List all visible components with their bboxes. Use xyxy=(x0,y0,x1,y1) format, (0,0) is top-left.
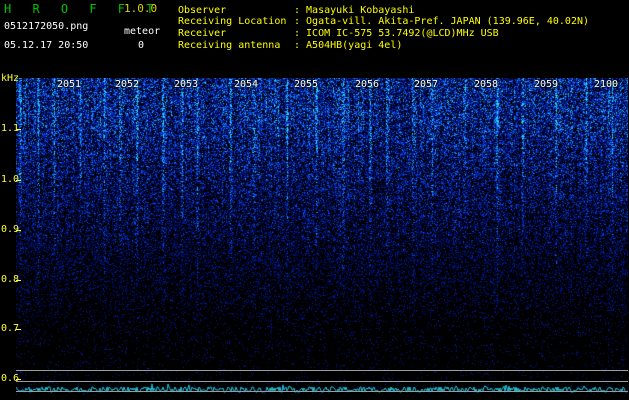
y-tick-mark xyxy=(16,230,21,231)
reference-line xyxy=(16,370,628,371)
observer-value: : Masayuki Kobayashi xyxy=(294,5,415,16)
observer-label: Observer xyxy=(178,5,227,16)
app-version: 1.0.0 xyxy=(124,2,158,15)
x-tick-label: 2051 xyxy=(57,79,82,90)
x-tick-label: 2057 xyxy=(414,79,439,90)
x-tick-label: 2058 xyxy=(474,79,499,90)
y-tick-mark xyxy=(16,379,21,380)
reference-line xyxy=(16,381,628,382)
x-tick-label: 2055 xyxy=(294,79,319,90)
location-label: Receiving Location xyxy=(178,16,287,27)
x-tick-label: 2053 xyxy=(174,79,199,90)
y-tick-mark xyxy=(16,280,21,281)
capture-datetime: 05.12.17 20:50 xyxy=(4,40,89,51)
location-value: : Ogata-vill. Akita-Pref. JAPAN (139.96E… xyxy=(294,16,590,27)
reference-line xyxy=(16,391,628,392)
receiver-value: : ICOM IC-575 53.7492(@LCD)MHz USB xyxy=(294,28,499,39)
y-tick-mark xyxy=(16,180,21,181)
meteor-label: meteor xyxy=(124,26,161,37)
y-tick-mark xyxy=(16,329,21,330)
y-tick-mark xyxy=(16,129,21,130)
antenna-value: : A504HB(yagi 4el) xyxy=(294,40,403,51)
x-tick-label: 2056 xyxy=(355,79,380,90)
image-filename: 0512172050.png xyxy=(4,21,89,32)
hroft-window: H R O F F T 1.0.0 0512172050.png meteor … xyxy=(0,0,629,400)
antenna-label: Receiving antenna xyxy=(178,40,281,51)
x-tick-label: 2054 xyxy=(234,79,259,90)
x-tick-label: 2052 xyxy=(115,79,140,90)
receiver-label: Receiver xyxy=(178,28,227,39)
x-tick-label: 2100 xyxy=(594,79,619,90)
spectrogram-canvas xyxy=(16,78,628,395)
meteor-count: 0 xyxy=(138,40,145,51)
x-tick-label: 2059 xyxy=(534,79,559,90)
y-axis-unit: kHz xyxy=(1,73,20,84)
